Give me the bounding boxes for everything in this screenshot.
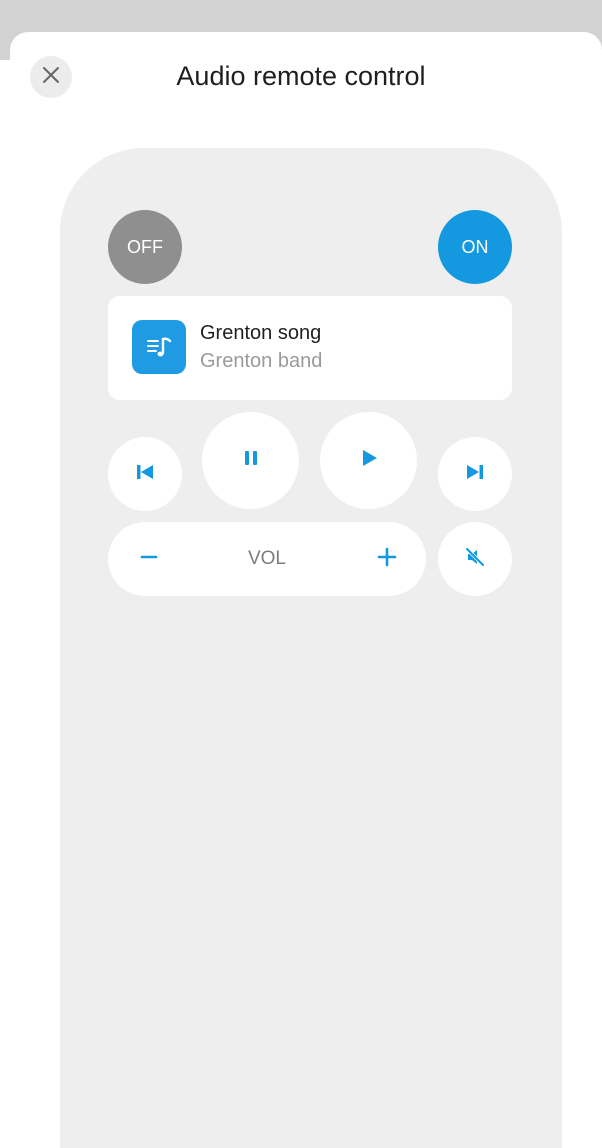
- volume-up-button[interactable]: [364, 536, 410, 582]
- volume-down-button[interactable]: [126, 536, 172, 582]
- on-label: ON: [461, 236, 489, 257]
- play-icon: [358, 447, 380, 474]
- off-label: OFF: [127, 236, 163, 257]
- minus-icon: [139, 547, 159, 572]
- page-title: Audio remote control: [176, 61, 426, 91]
- music-list-icon: [132, 320, 186, 374]
- now-playing-card: Grenton song Grenton band: [108, 296, 512, 400]
- previous-track-button[interactable]: [108, 437, 182, 511]
- skip-previous-icon: [134, 461, 156, 488]
- on-button[interactable]: ON: [438, 210, 512, 284]
- volume-control: VOL: [108, 522, 426, 596]
- pause-icon: [241, 448, 261, 473]
- off-button[interactable]: OFF: [108, 210, 182, 284]
- track-artist: Grenton band: [200, 350, 323, 372]
- play-button[interactable]: [320, 412, 417, 509]
- plus-icon: [376, 546, 398, 573]
- mute-icon: [464, 546, 486, 573]
- next-track-button[interactable]: [438, 437, 512, 511]
- pause-button[interactable]: [202, 412, 299, 509]
- mute-button[interactable]: [438, 522, 512, 596]
- track-title: Grenton song: [200, 322, 322, 344]
- skip-next-icon: [464, 461, 486, 488]
